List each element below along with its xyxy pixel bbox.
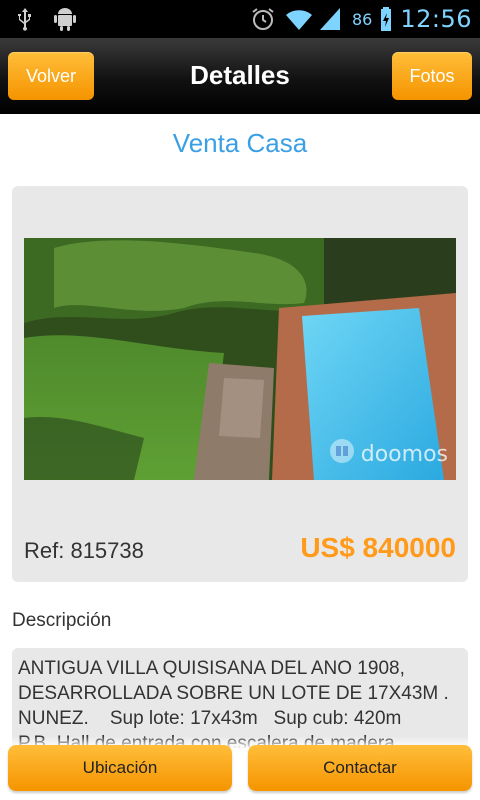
header-bar: Volver Detalles Fotos: [0, 38, 480, 114]
battery-charging-icon: [380, 6, 392, 32]
android-debug-icon: [52, 6, 78, 32]
watermark-logo-icon: [327, 438, 357, 470]
signal-icon: [318, 6, 344, 32]
bottom-action-bar: Ubicación Contactar: [0, 736, 480, 800]
battery-percent: 86: [351, 9, 373, 29]
alarm-icon: [250, 6, 276, 32]
reference-number: Ref: 815738: [24, 538, 144, 563]
description-text: ANTIGUA VILLA QUISISANA DEL ANO 1908, DE…: [12, 648, 468, 748]
photos-button[interactable]: Fotos: [392, 52, 472, 100]
status-bar: 86 12:56: [0, 0, 480, 38]
contact-button[interactable]: Contactar: [248, 745, 472, 791]
listing-title: Venta Casa: [172, 128, 308, 158]
usb-icon: [12, 6, 38, 32]
photo-watermark: doomos: [327, 438, 448, 470]
status-clock: 12:56: [400, 5, 472, 33]
description-label: Descripción: [12, 610, 112, 631]
location-button[interactable]: Ubicación: [8, 745, 232, 791]
property-photo[interactable]: doomos: [24, 238, 456, 480]
price: US$ 840000: [300, 532, 456, 563]
listing-card: doomos Ref: 815738 US$ 840000: [12, 186, 468, 582]
wifi-icon: [284, 6, 312, 32]
